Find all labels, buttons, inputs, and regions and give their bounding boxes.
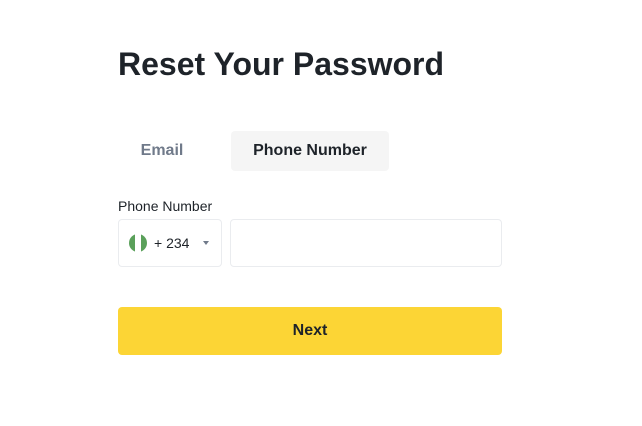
reset-method-tabs: Email Phone Number — [118, 131, 389, 171]
tab-phone-number[interactable]: Phone Number — [231, 131, 389, 171]
chevron-down-icon — [203, 241, 210, 245]
tab-email[interactable]: Email — [118, 131, 206, 171]
nigeria-flag-icon — [129, 234, 147, 252]
reset-password-page: Reset Your Password Email Phone Number P… — [0, 0, 642, 426]
phone-number-input[interactable] — [230, 219, 502, 267]
page-title: Reset Your Password — [118, 46, 445, 82]
phone-number-label: Phone Number — [118, 198, 213, 214]
country-dial-code: + 234 — [154, 235, 190, 251]
next-button[interactable]: Next — [118, 307, 502, 355]
country-code-select[interactable]: + 234 — [118, 219, 222, 267]
